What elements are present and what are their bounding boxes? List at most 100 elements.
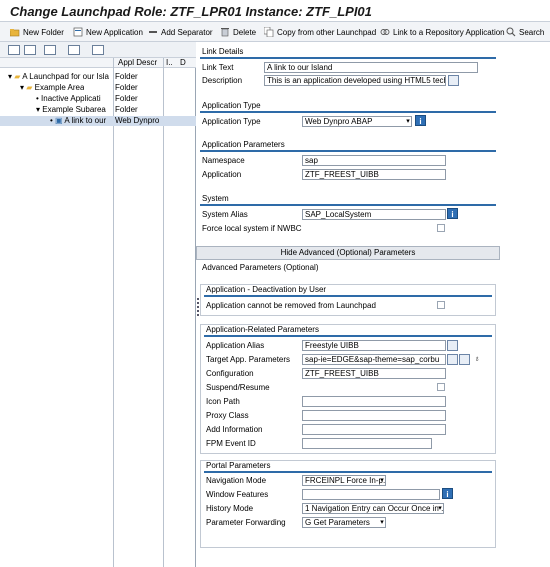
suspend-resume-label: Suspend/Resume — [206, 383, 270, 392]
application-alias-label: Application Alias — [206, 341, 265, 350]
tree-node-example-area[interactable]: ▾ ▰ Example Area Folder — [0, 83, 196, 93]
search-label: Search — [519, 27, 545, 37]
delete-button[interactable]: Delete — [220, 25, 256, 39]
add-separator-icon — [149, 31, 157, 33]
delete-icon — [221, 28, 229, 37]
hide-advanced-button[interactable]: Hide Advanced (Optional) Parameters — [196, 246, 500, 260]
description-label: Description — [202, 76, 243, 85]
expand-icon[interactable] — [8, 45, 20, 55]
tree-node-link[interactable]: • ▣ A link to our Web Dynpro — [0, 116, 196, 126]
navigation-mode-select[interactable]: FRCEINPL Force In-p... — [302, 475, 386, 486]
add-information-label: Add Information — [206, 425, 263, 434]
parameter-forwarding-select[interactable]: G Get Parameters — [302, 517, 386, 528]
icon-path-field[interactable] — [302, 396, 446, 407]
namespace-label: Namespace — [202, 156, 245, 165]
info-icon[interactable]: i — [447, 208, 458, 219]
value-help-icon[interactable] — [459, 354, 470, 365]
copy-from-label: Copy from other Launchpad — [277, 27, 377, 37]
application-alias-field[interactable]: Freestyle UIBB — [302, 340, 446, 351]
tree-node-example-subarea[interactable]: ▾ Example Subarea Folder — [0, 105, 196, 115]
tree-node-label: ▾ ▰ A Launchpad for our Isla — [8, 72, 109, 81]
namespace-field[interactable]: sap — [302, 155, 446, 166]
info-icon[interactable]: i — [442, 488, 453, 499]
configuration-field[interactable]: ZTF_FREEST_UIBB — [302, 368, 446, 379]
description-field[interactable]: This is an application developed using H… — [264, 75, 446, 86]
system-alias-field[interactable]: SAP_LocalSystem — [302, 209, 446, 220]
role-tree: Appl Descr I.. D ▾ ▰ A Launchpad for our… — [0, 58, 196, 567]
link-repository-button[interactable]: Link to a Repository Application — [380, 25, 505, 39]
delete-label: Delete — [233, 27, 257, 37]
link-text-field[interactable]: A link to our Island — [264, 62, 478, 73]
col-appl-descr[interactable]: Appl Descr — [118, 58, 157, 67]
section-system: System — [200, 194, 496, 206]
window-features-field[interactable] — [302, 489, 440, 500]
new-application-label: New Application — [86, 27, 143, 37]
configuration-label: Configuration — [206, 369, 254, 378]
tree-node-descr: Folder — [115, 72, 138, 81]
fpm-event-label: FPM Event ID — [206, 439, 256, 448]
col-d[interactable]: D — [180, 58, 186, 67]
tree-node-descr: Folder — [115, 94, 138, 103]
advanced-parameters-title: Advanced Parameters (Optional) — [202, 263, 319, 272]
window-features-label: Window Features — [206, 490, 269, 499]
tree-node-label: • ▣ A link to our — [50, 116, 107, 125]
add-information-field[interactable] — [302, 424, 446, 435]
add-separator-button[interactable]: Add Separator — [148, 25, 213, 39]
suspend-resume-checkbox[interactable] — [437, 383, 445, 391]
section-application-type: Application Type — [200, 101, 496, 113]
col-i[interactable]: I.. — [166, 58, 173, 67]
edit-icon[interactable] — [448, 75, 459, 86]
section-link-details: Link Details — [200, 47, 496, 59]
toolbar: New Folder New Application Add Separator… — [0, 22, 550, 42]
folder-icon: ▰ — [14, 72, 21, 81]
search-button[interactable]: Search — [506, 25, 544, 39]
tree-node-inactive[interactable]: • Inactive Applicati Folder — [0, 94, 196, 104]
cannot-remove-checkbox[interactable] — [437, 301, 445, 309]
application-type-select[interactable]: Web Dynpro ABAP — [302, 116, 412, 127]
application-label: Application — [202, 170, 242, 179]
link-repository-label: Link to a Repository Application — [393, 27, 505, 37]
new-folder-button[interactable]: New Folder — [10, 25, 64, 39]
layout-icon[interactable] — [92, 45, 104, 55]
force-local-checkbox[interactable] — [437, 224, 445, 232]
column-divider — [113, 58, 114, 567]
add-separator-label: Add Separator — [161, 27, 213, 37]
section-portal: Portal Parameters — [204, 461, 492, 473]
chevron-down-icon[interactable]: ▾ — [378, 517, 386, 528]
deactivation-label: Application cannot be removed from Launc… — [206, 301, 376, 310]
tree-header: Appl Descr I.. D — [0, 58, 196, 68]
chevron-down-icon[interactable]: ▾ — [436, 503, 444, 514]
chevron-down-icon[interactable]: ▾ — [404, 116, 412, 127]
fpm-event-field[interactable] — [302, 438, 432, 449]
copy-icon — [264, 27, 274, 37]
application-field[interactable]: ZTF_FREEST_UIBB — [302, 169, 446, 180]
tree-toolbar — [0, 42, 196, 58]
tree-node-descr: Web Dynpro — [115, 116, 160, 125]
proxy-class-label: Proxy Class — [206, 411, 249, 420]
edit-icon[interactable] — [447, 354, 458, 365]
tree-node-label: ▾ ▰ Example Area — [20, 83, 85, 92]
new-application-button[interactable]: New Application — [73, 25, 143, 39]
icon-path-label: Icon Path — [206, 397, 240, 406]
tree-node-launchpad[interactable]: ▾ ▰ A Launchpad for our Isla Folder — [0, 72, 196, 82]
wizard-icon[interactable]: ♁ — [474, 354, 480, 363]
folder-icon: ▰ — [26, 83, 33, 92]
link-text-label: Link Text — [202, 63, 234, 72]
edit-icon[interactable] — [447, 340, 458, 351]
proxy-class-field[interactable] — [302, 410, 446, 421]
new-application-icon — [73, 27, 83, 37]
application-type-label: Application Type — [202, 117, 261, 126]
title-bar: Change Launchpad Role: ZTF_LPR01 Instanc… — [0, 0, 550, 22]
info-icon[interactable]: i — [415, 115, 426, 126]
tree-node-label: ▾ Example Subarea — [36, 105, 106, 114]
collapse-icon[interactable] — [24, 45, 36, 55]
force-local-label: Force local system if NWBC — [202, 224, 302, 233]
target-params-label: Target App. Parameters — [206, 355, 291, 364]
target-params-field[interactable]: sap-ie=EDGE&sap-theme=sap_corbu — [302, 354, 446, 365]
app-icon: ▣ — [55, 116, 63, 125]
copy-from-launchpad-button[interactable]: Copy from other Launchpad — [264, 25, 376, 39]
history-mode-select[interactable]: 1 Navigation Entry can Occur Once in ... — [302, 503, 444, 514]
chevron-down-icon[interactable]: ▾ — [378, 475, 386, 486]
print-icon[interactable] — [68, 45, 80, 55]
find-icon[interactable] — [44, 45, 56, 55]
